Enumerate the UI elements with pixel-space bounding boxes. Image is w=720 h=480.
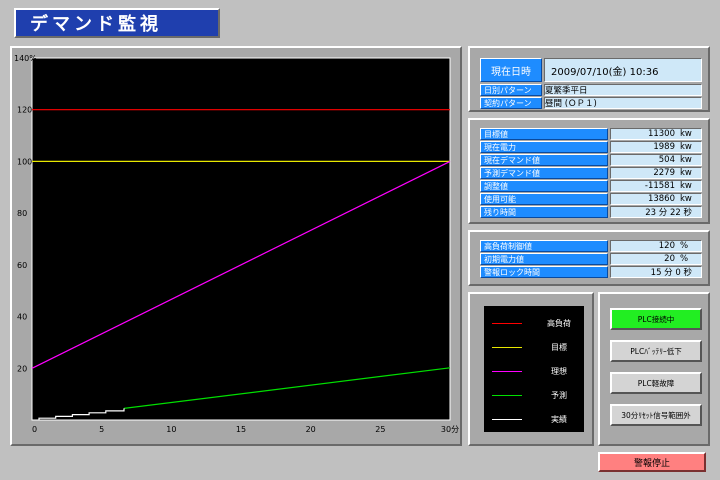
demand-number: 2279 <box>653 168 675 178</box>
demand-label: 予測デマンド値 <box>480 167 608 179</box>
setting-unit: % <box>680 254 689 264</box>
demand-value: 11300 kw <box>610 128 702 140</box>
demand-label: 目標値 <box>480 128 608 140</box>
x-tick-label: 0 <box>32 425 37 434</box>
demand-unit: kw <box>680 194 692 204</box>
plc-status-panel: PLC接続中 PLCﾊﾞｯﾃﾘｰ低下 PLC軽故障 30分ﾘｾｯﾄ信号範囲外 <box>598 292 710 446</box>
contract-pattern-label: 契約パターン <box>480 97 542 109</box>
legend-item: 高負荷 <box>492 318 574 329</box>
demand-unit: kw <box>680 168 692 178</box>
demand-row: 使用可能 13860 kw <box>480 193 702 205</box>
x-tick-label: 5 <box>99 425 104 434</box>
x-tick-label: 20 <box>306 425 316 434</box>
setting-value: 15 分 0 秒 <box>610 266 702 278</box>
legend-label: 理想 <box>551 367 567 376</box>
demand-number: 13860 <box>647 194 675 204</box>
setting-value: 20% <box>610 253 702 265</box>
y-tick-label: 20 <box>17 364 27 373</box>
demand-number: 11300 <box>647 129 675 139</box>
demand-unit: kw <box>680 129 692 139</box>
demand-label: 調整値 <box>480 180 608 192</box>
legend-swatch <box>492 347 522 348</box>
legend-label: 目標 <box>551 343 567 352</box>
demand-chart-panel: 20 40 60 80 100 120 140% 0 5 10 15 20 25 30分 <box>10 46 462 446</box>
legend-item: 理想 <box>492 366 574 377</box>
setting-label: 警報ロック時間 <box>480 266 608 278</box>
app-title-bar: デマンド監視 <box>14 8 220 38</box>
demand-unit: kw <box>680 142 692 152</box>
day-pattern-label: 日別パターン <box>480 84 542 96</box>
setting-label: 初期電力値 <box>480 253 608 265</box>
settings-panel: 高負荷制御値 120% 初期電力値 20% 警報ロック時間 15 分 0 秒 <box>468 230 710 286</box>
legend-label: 実績 <box>551 415 567 424</box>
demand-chart: 20 40 60 80 100 120 140% 0 5 10 15 20 25 30分 <box>14 54 459 434</box>
legend-item: 実績 <box>492 414 574 425</box>
setting-row: 初期電力値 20% <box>480 253 702 265</box>
demand-value: 1989 kw <box>610 141 702 153</box>
plc-connected-indicator[interactable]: PLC接続中 <box>610 308 702 330</box>
demand-values-panel: 目標値 11300 kw 現在電力 1989 kw 現在デマンド値 504 kw 予測デマンド値 2… <box>468 118 710 224</box>
day-pattern-value: 夏繁季平日 <box>544 84 702 96</box>
app-title: デマンド監視 <box>30 14 162 35</box>
demand-row: 現在デマンド値 504 kw <box>480 154 702 166</box>
demand-row: 残り時間 23 分 22 秒 <box>480 206 702 218</box>
legend-label: 予測 <box>551 391 567 400</box>
demand-number: 504 <box>658 155 675 165</box>
demand-label: 現在電力 <box>480 141 608 153</box>
y-tick-label: 40 <box>17 313 27 322</box>
legend-swatch <box>492 371 522 372</box>
y-tick-label: 60 <box>17 261 27 270</box>
plc-minor-fault-indicator[interactable]: PLC軽故障 <box>610 372 702 394</box>
x-tick-label: 10 <box>166 425 176 434</box>
demand-row: 目標値 11300 kw <box>480 128 702 140</box>
plot-area <box>31 57 451 421</box>
setting-value: 120% <box>610 240 702 252</box>
demand-label: 使用可能 <box>480 193 608 205</box>
demand-number: 23 分 22 秒 <box>645 208 692 218</box>
datetime-label: 現在日時 <box>480 58 542 82</box>
setting-number: 20 <box>664 254 675 264</box>
setting-row: 警報ロック時間 15 分 0 秒 <box>480 266 702 278</box>
demand-number: -11581 <box>644 181 675 191</box>
setting-row: 高負荷制御値 120% <box>480 240 702 252</box>
alarm-stop-button[interactable]: 警報停止 <box>598 452 706 472</box>
demand-unit: kw <box>680 155 692 165</box>
x-tick-label: 30分 <box>441 425 459 434</box>
y-tick-label: 120 <box>17 106 32 115</box>
demand-value: 23 分 22 秒 <box>610 206 702 218</box>
demand-value: 2279 kw <box>610 167 702 179</box>
x-tick-label: 15 <box>236 425 246 434</box>
demand-row: 調整値 -11581 kw <box>480 180 702 192</box>
demand-label: 残り時間 <box>480 206 608 218</box>
legend-panel: 高負荷目標理想予測実績 <box>468 292 594 446</box>
demand-value: 13860 kw <box>610 193 702 205</box>
y-tick-label: 140% <box>14 54 37 63</box>
demand-row: 予測デマンド値 2279 kw <box>480 167 702 179</box>
y-tick-label: 80 <box>17 209 27 218</box>
reset-signal-out-of-range-indicator[interactable]: 30分ﾘｾｯﾄ信号範囲外 <box>610 404 702 426</box>
legend-swatch <box>492 323 522 324</box>
datetime-value: 2009/07/10(金) 10:36 <box>544 58 702 82</box>
demand-unit: kw <box>680 181 692 191</box>
legend-swatch <box>492 395 522 396</box>
legend-label: 高負荷 <box>547 319 571 328</box>
plc-battery-low-indicator[interactable]: PLCﾊﾞｯﾃﾘｰ低下 <box>610 340 702 362</box>
x-tick-label: 25 <box>375 425 385 434</box>
setting-number: 15 分 0 秒 <box>650 268 692 278</box>
demand-label: 現在デマンド値 <box>480 154 608 166</box>
setting-unit: % <box>680 241 689 251</box>
chart-legend: 高負荷目標理想予測実績 <box>484 306 584 432</box>
demand-number: 1989 <box>653 142 675 152</box>
demand-value: 504 kw <box>610 154 702 166</box>
setting-number: 120 <box>658 241 675 251</box>
y-tick-label: 100 <box>17 157 32 166</box>
demand-value: -11581 kw <box>610 180 702 192</box>
datetime-panel: 現在日時 2009/07/10(金) 10:36 日別パターン 夏繁季平日 契約… <box>468 46 710 112</box>
contract-pattern-value: 昼間 (ＯＰ１) <box>544 97 702 109</box>
setting-label: 高負荷制御値 <box>480 240 608 252</box>
legend-swatch <box>492 419 522 420</box>
legend-item: 予測 <box>492 390 574 401</box>
demand-row: 現在電力 1989 kw <box>480 141 702 153</box>
legend-item: 目標 <box>492 342 574 353</box>
